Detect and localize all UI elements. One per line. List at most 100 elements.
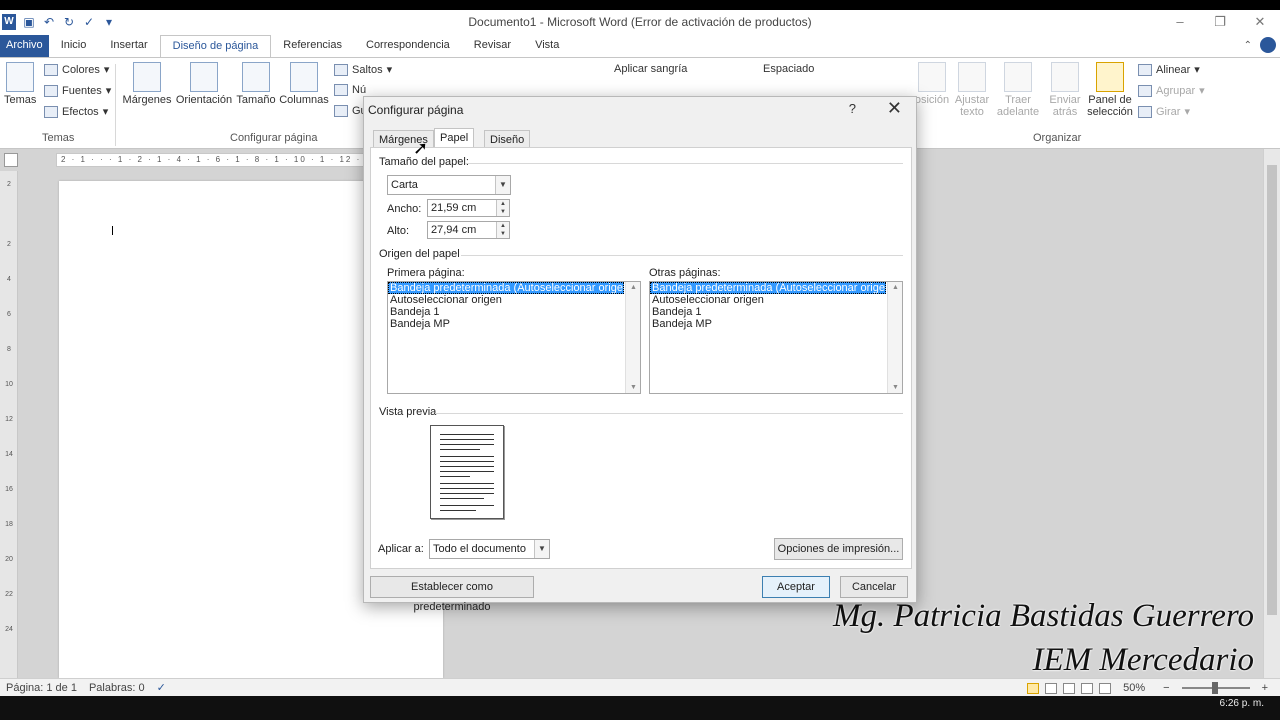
horizontal-ruler[interactable]: 2 · 1 · · · 1 · 2 · 1 · 4 · 1 · 6 · 1 · … <box>56 153 366 167</box>
tamano-button[interactable]: Tamaño <box>235 62 277 106</box>
apply-to-select[interactable]: Todo el documento ▼ <box>429 539 550 559</box>
divider <box>435 413 903 414</box>
tab-diseno[interactable]: Diseño <box>484 130 531 148</box>
height-spinner[interactable]: 27,94 cm ▲ ▼ <box>427 221 510 239</box>
preview-line <box>440 466 494 467</box>
preview-line <box>440 505 494 506</box>
tab-papel[interactable]: Papel <box>434 128 475 148</box>
fuentes-button[interactable]: Fuentes ▾ <box>44 84 111 97</box>
temas-button[interactable]: Temas <box>4 62 36 106</box>
list-item[interactable]: Bandeja predeterminada (Autoseleccionar … <box>388 282 633 294</box>
zoom-slider[interactable] <box>1181 682 1250 694</box>
spin-down-icon[interactable]: ▼ <box>496 230 509 238</box>
tab-revisar[interactable]: Revisar <box>462 35 523 57</box>
scroll-down-icon[interactable]: ▼ <box>888 384 903 391</box>
list-item[interactable]: Bandeja MP <box>388 318 640 330</box>
first-page-listbox[interactable]: Bandeja predeterminada (Autoseleccionar … <box>387 281 641 394</box>
preview-line <box>440 471 494 472</box>
texto-label: texto <box>960 106 984 118</box>
ruler-tick: 14 <box>5 451 13 458</box>
tab-inicio[interactable]: Inicio <box>49 35 99 57</box>
list-item[interactable]: Bandeja MP <box>650 318 902 330</box>
preview-label: Vista previa <box>379 406 437 418</box>
set-default-button[interactable]: Establecer como predeterminado <box>370 576 534 613</box>
orientacion-button[interactable]: Orientación <box>175 62 233 106</box>
panel-seleccion-button[interactable]: Panel de selección <box>1087 62 1133 118</box>
page-count[interactable]: Página: 1 de 1 <box>0 682 83 694</box>
spin-up-icon[interactable]: ▲ <box>496 200 509 208</box>
help-icon[interactable] <box>1260 37 1276 53</box>
tab-vista[interactable]: Vista <box>523 35 571 57</box>
window-title: Documento1 - Microsoft Word (Error de ac… <box>468 15 812 29</box>
print-options-button[interactable]: Opciones de impresión... <box>774 538 903 560</box>
restore-button[interactable]: ❐ <box>1200 10 1240 34</box>
print-layout-icon[interactable] <box>1027 682 1040 694</box>
tab-referencias[interactable]: Referencias <box>271 35 354 57</box>
dialog-close-button[interactable]: ✕ <box>887 98 902 119</box>
paper-origin-label: Origen del papel <box>379 248 460 260</box>
efectos-button[interactable]: Efectos ▾ <box>44 105 108 118</box>
list-item[interactable]: Bandeja predeterminada (Autoseleccionar … <box>650 282 895 294</box>
zoom-slider-thumb[interactable] <box>1211 682 1218 694</box>
temas-label: Temas <box>4 94 37 106</box>
scroll-up-icon[interactable]: ▲ <box>626 284 641 291</box>
tab-archivo[interactable]: Archivo <box>0 35 49 57</box>
proofing-icon[interactable]: ✓ <box>151 681 172 694</box>
list-item[interactable]: Autoseleccionar origen <box>650 294 902 306</box>
tab-correspondencia[interactable]: Correspondencia <box>354 35 462 57</box>
full-screen-reading-icon[interactable] <box>1045 682 1058 694</box>
girar-button[interactable]: Girar ▾ <box>1138 105 1190 118</box>
saltos-button[interactable]: Saltos ▾ <box>334 63 392 76</box>
list-item[interactable]: Bandeja 1 <box>650 306 902 318</box>
panel-de-label: Panel de <box>1088 94 1132 106</box>
width-spinner[interactable]: 21,59 cm ▲ ▼ <box>427 199 510 217</box>
list-item[interactable]: Autoseleccionar origen <box>388 294 640 306</box>
tab-diseno-de-pagina[interactable]: Diseño de página <box>159 35 272 57</box>
ajustar-texto-button[interactable]: Ajustar texto <box>952 62 992 118</box>
help-button[interactable]: ? <box>849 101 856 116</box>
dialog-title: Configurar página <box>368 103 464 117</box>
vertical-scrollbar[interactable] <box>1263 149 1280 678</box>
paper-size-value: Carta <box>391 179 418 191</box>
listbox-scrollbar[interactable]: ▲ ▼ <box>625 282 640 393</box>
close-button[interactable]: ✕ <box>1240 10 1280 34</box>
scrollbar-thumb[interactable] <box>1267 165 1277 615</box>
selection-pane-icon <box>1096 62 1124 92</box>
traer-adelante-button[interactable]: Traer adelante <box>994 62 1042 118</box>
cancel-button[interactable]: Cancelar <box>840 576 908 598</box>
tab-insertar[interactable]: Insertar <box>98 35 159 57</box>
scroll-up-icon[interactable]: ▲ <box>888 284 903 291</box>
posicion-button[interactable]: osición <box>914 62 950 106</box>
enviar-atras-button[interactable]: Enviar atrás <box>1044 62 1086 118</box>
preview-line <box>440 483 494 484</box>
themes-icon <box>6 62 34 92</box>
zoom-level[interactable]: 50% <box>1117 682 1151 694</box>
listbox-scrollbar[interactable]: ▲ ▼ <box>887 282 902 393</box>
list-item[interactable]: Bandeja 1 <box>388 306 640 318</box>
numeros-linea-button[interactable]: Nú <box>334 84 366 96</box>
other-pages-listbox[interactable]: Bandeja predeterminada (Autoseleccionar … <box>649 281 903 394</box>
margenes-button[interactable]: Márgenes <box>120 62 174 106</box>
taskbar-clock[interactable]: 6:26 p. m. <box>1220 698 1264 709</box>
vertical-ruler[interactable]: 2 2 4 6 8 10 12 14 16 18 20 22 24 <box>0 171 18 678</box>
web-layout-icon[interactable] <box>1063 682 1076 694</box>
minimize-button[interactable]: – <box>1160 10 1200 34</box>
zoom-in-button[interactable]: + <box>1256 682 1274 694</box>
columnas-button[interactable]: Columnas <box>279 62 329 106</box>
zoom-out-button[interactable]: − <box>1157 682 1175 694</box>
paper-size-select[interactable]: Carta ▼ <box>387 175 511 195</box>
ok-button[interactable]: Aceptar <box>762 576 830 598</box>
spin-down-icon[interactable]: ▼ <box>496 208 509 216</box>
word-count[interactable]: Palabras: 0 <box>83 682 151 694</box>
tab-selector-icon[interactable] <box>4 153 18 167</box>
colores-button[interactable]: Colores ▾ <box>44 63 109 76</box>
scroll-down-icon[interactable]: ▼ <box>626 384 641 391</box>
draft-icon[interactable] <box>1099 682 1112 694</box>
outline-icon[interactable] <box>1081 682 1094 694</box>
alinear-button[interactable]: Alinear ▾ <box>1138 63 1200 76</box>
divider <box>465 163 903 164</box>
agrupar-button[interactable]: Agrupar ▾ <box>1138 84 1205 97</box>
guiones-button[interactable]: Gu <box>334 105 367 117</box>
spin-up-icon[interactable]: ▲ <box>496 222 509 230</box>
collapse-ribbon-icon[interactable]: ⌃ <box>1244 40 1252 51</box>
